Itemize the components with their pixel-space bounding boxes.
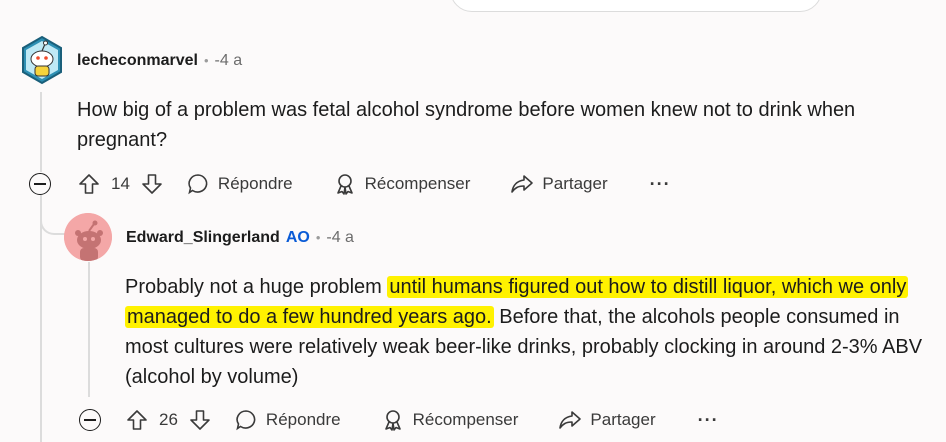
downvote-icon[interactable] bbox=[188, 408, 212, 432]
share-button[interactable]: Partager bbox=[510, 172, 608, 196]
share-label: Partager bbox=[542, 174, 608, 193]
award-label: Récompenser bbox=[412, 410, 519, 429]
thread-connector bbox=[40, 195, 66, 235]
user-avatar[interactable] bbox=[64, 213, 112, 261]
comment-meta: lecheconmarvel • -4 a bbox=[77, 52, 242, 70]
upvote-icon[interactable] bbox=[125, 408, 149, 432]
comment-bubble-icon bbox=[234, 408, 258, 432]
comment-actions: 26 Répondre Récompenser Partager ··· bbox=[125, 402, 719, 438]
collapse-thread-button[interactable] bbox=[29, 173, 51, 195]
reply-button[interactable]: Répondre bbox=[234, 408, 341, 432]
comment-bubble-icon bbox=[186, 172, 210, 196]
comment-body: How big of a problem was fetal alcohol s… bbox=[77, 99, 856, 151]
award-label: Récompenser bbox=[364, 174, 471, 193]
vote-group: 26 bbox=[125, 408, 212, 432]
more-options-button[interactable]: ··· bbox=[698, 410, 719, 431]
op-badge: AO bbox=[285, 229, 310, 246]
award-button[interactable]: Récompenser bbox=[333, 172, 471, 196]
upvote-icon[interactable] bbox=[77, 172, 101, 196]
separator-dot: • bbox=[315, 230, 321, 245]
comment-input-box[interactable] bbox=[450, 0, 822, 12]
comment-meta: Edward_Slingerland AO • -4 a bbox=[126, 229, 354, 247]
thread-line bbox=[40, 92, 42, 172]
vote-group: 14 bbox=[77, 172, 164, 196]
comment-text: Probably not a huge problem bbox=[125, 276, 388, 298]
share-icon bbox=[510, 172, 534, 196]
thread-line bbox=[88, 262, 90, 397]
thread-line bbox=[40, 195, 42, 442]
timestamp[interactable]: -4 a bbox=[215, 52, 243, 70]
award-button[interactable]: Récompenser bbox=[381, 408, 519, 432]
collapse-thread-button[interactable] bbox=[79, 409, 101, 431]
snoo-avatar-icon bbox=[22, 35, 62, 85]
comment-body: Probably not a huge problem until humans… bbox=[125, 272, 925, 392]
separator-dot: • bbox=[203, 53, 209, 68]
downvote-icon[interactable] bbox=[140, 172, 164, 196]
timestamp[interactable]: -4 a bbox=[326, 229, 354, 247]
more-options-button[interactable]: ··· bbox=[650, 174, 671, 195]
reply-label: Répondre bbox=[265, 410, 341, 429]
award-icon bbox=[333, 172, 357, 196]
share-label: Partager bbox=[590, 410, 656, 429]
share-icon bbox=[558, 408, 582, 432]
snoo-avatar-icon bbox=[64, 213, 112, 261]
user-avatar[interactable] bbox=[20, 35, 64, 85]
award-icon bbox=[381, 408, 405, 432]
username[interactable]: lecheconmarvel bbox=[77, 52, 198, 70]
vote-count: 26 bbox=[159, 410, 178, 429]
share-button[interactable]: Partager bbox=[558, 408, 656, 432]
username[interactable]: Edward_Slingerland bbox=[126, 229, 280, 247]
comment-actions: 14 Répondre Récompenser Partager ··· bbox=[77, 166, 671, 202]
reply-button[interactable]: Répondre bbox=[186, 172, 293, 196]
vote-count: 14 bbox=[111, 174, 130, 193]
reply-label: Répondre bbox=[217, 174, 293, 193]
